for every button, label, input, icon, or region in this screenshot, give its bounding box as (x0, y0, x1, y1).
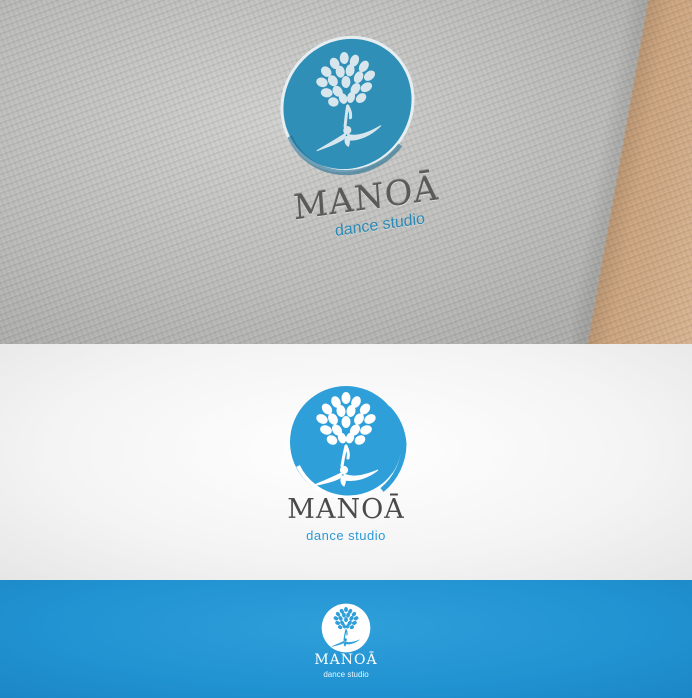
logo-mark-icon (280, 35, 415, 176)
brand-tagline: dance studio (323, 670, 369, 679)
paper-mockup-panel: MANOĀ dance studio (0, 0, 692, 344)
brand-name: MANOĀ (287, 494, 405, 525)
brand-name: MANOĀ (314, 652, 378, 668)
white-showcase-panel: MANOĀ dance studio (0, 344, 692, 580)
brand-tagline: dance studio (306, 528, 386, 543)
logo-mark-icon (290, 386, 407, 500)
paper-logo-group: MANOĀ dance studio (243, 16, 456, 264)
logo-mark-icon (321, 603, 371, 653)
blue-showcase-panel: MANOĀ dance studio (0, 580, 692, 698)
paper-edge-shadow (572, 0, 692, 344)
